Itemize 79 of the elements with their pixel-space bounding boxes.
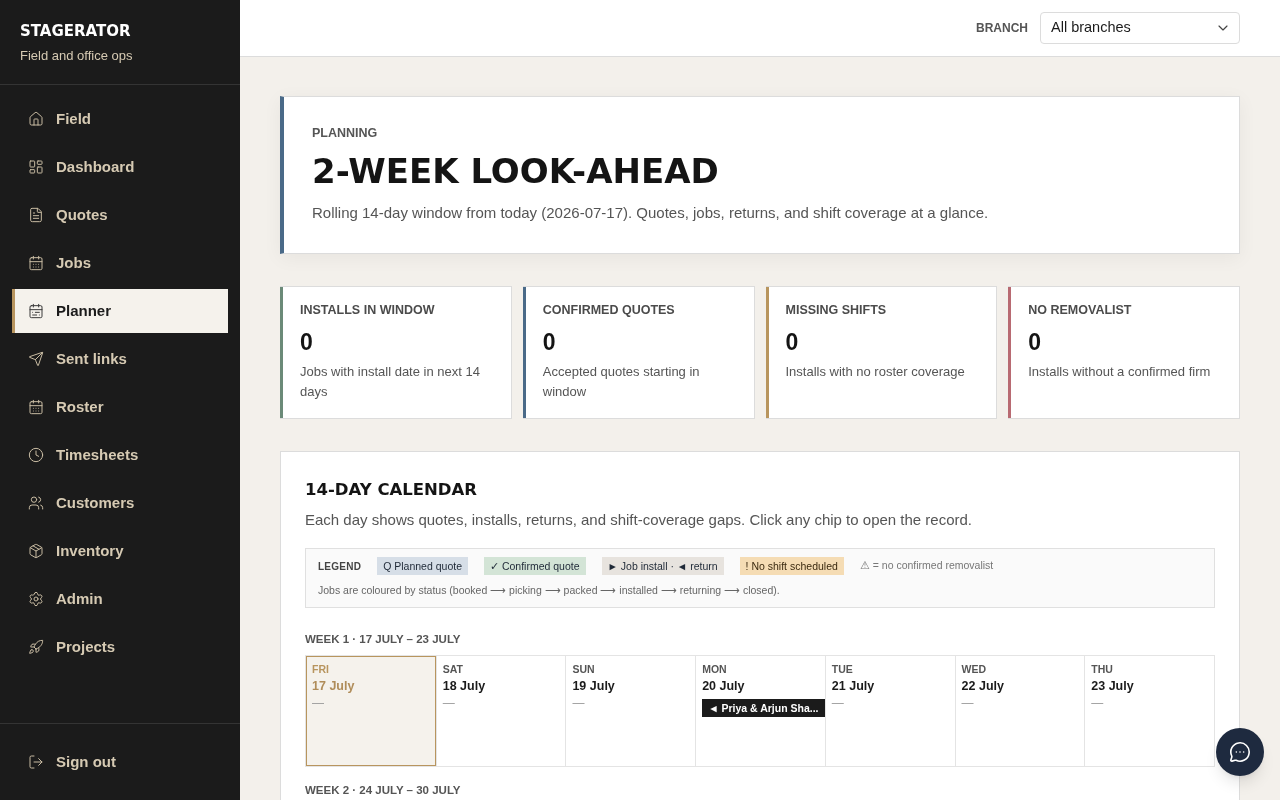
weekday-label: MON	[702, 662, 727, 676]
kpi-value: 0	[785, 328, 799, 356]
kpi-label: MISSING SHIFTS	[785, 302, 887, 318]
sidebar-nav-item[interactable]: Sent links	[12, 337, 228, 381]
calendar-icon	[28, 399, 44, 415]
sidebar-nav-item[interactable]: Field	[12, 97, 228, 141]
package-icon	[28, 543, 44, 559]
kpi-label: NO REMOVALIST	[1028, 302, 1132, 318]
date-label: 20 July	[702, 678, 745, 694]
date-label: 23 July	[1091, 678, 1134, 694]
week-label: WEEK 2 · 24 JULY – 30 JULY	[305, 783, 461, 798]
weekday-label: SUN	[572, 662, 595, 676]
sidebar-nav-item[interactable]: Dashboard	[12, 145, 228, 189]
legend-title: LEGEND	[318, 559, 362, 574]
sidebar-nav-item[interactable]: Admin	[12, 577, 228, 621]
sidebar-nav-item[interactable]: Timesheets	[12, 433, 228, 477]
kpi-value: 0	[300, 328, 313, 356]
legend-footnote: Jobs are coloured by status (booked ⟶ picking ⟶ packed ⟶ installed ⟶ returning ⟶ closed).	[318, 583, 780, 598]
settings-icon	[28, 591, 44, 607]
brand-tagline: Field and office ops	[20, 47, 133, 65]
date-label: 21 July	[831, 678, 875, 694]
kpi-description: Installs with no roster coverage	[785, 363, 966, 381]
paper-plane-icon	[28, 351, 44, 367]
legend-tag: ✓ Confirmed quote	[484, 557, 586, 575]
page-eyebrow: PLANNING	[312, 125, 378, 141]
branch-label: BRANCH	[976, 20, 1028, 37]
weekday-label: THU	[1091, 662, 1113, 676]
no-entries-dash: —	[831, 696, 844, 710]
legend-note: ⚠ = no confirmed removalist	[859, 558, 994, 574]
house-icon	[28, 111, 44, 127]
kpi-description: Installs without a confirmed firm	[1028, 363, 1212, 381]
document-icon	[28, 207, 44, 223]
page-title: 2-WEEK LOOK-AHEAD	[312, 151, 719, 191]
calendar-title: 14-DAY CALENDAR	[305, 479, 478, 501]
chat-bubble-icon	[1229, 741, 1251, 763]
no-entries-dash: —	[961, 696, 974, 710]
no-entries-dash: —	[442, 696, 455, 710]
no-entries-dash: —	[1091, 696, 1104, 710]
chat-button[interactable]	[1216, 728, 1264, 776]
weekday-label: FRI	[312, 662, 329, 676]
date-label: 22 July	[961, 678, 1004, 694]
legend-tag: Q Planned quote	[377, 557, 468, 575]
brand-name: STAGERATOR	[20, 21, 131, 41]
weekday-label: WED	[961, 662, 987, 676]
kpi-description: Jobs with install date in next 14 days	[300, 363, 481, 401]
job-chip[interactable]: ◄ Priya & Arjun Sha...	[702, 699, 825, 717]
legend-tag: ! No shift scheduled	[739, 557, 844, 575]
sign-out-button[interactable]: Sign out	[12, 740, 228, 784]
date-label: 18 July	[442, 678, 486, 694]
date-label: 17 July	[312, 678, 355, 694]
kpi-label: INSTALLS IN WINDOW	[300, 302, 435, 318]
sidebar-nav-item[interactable]: Quotes	[12, 193, 228, 237]
no-entries-dash: —	[312, 696, 324, 710]
week-label: WEEK 1 · 17 JULY – 23 JULY	[305, 632, 461, 647]
weekday-label: SAT	[442, 662, 463, 676]
clock-icon	[28, 447, 44, 463]
sidebar-nav-item[interactable]: Planner	[12, 289, 228, 333]
sidebar-nav-item[interactable]: Jobs	[12, 241, 228, 285]
sidebar-nav-item[interactable]: Projects	[12, 625, 228, 669]
sidebar-nav-item[interactable]: Roster	[12, 385, 228, 429]
kpi-label: CONFIRMED QUOTES	[542, 302, 675, 318]
layout-grid-icon	[28, 159, 44, 175]
kpi-value: 0	[1028, 328, 1042, 356]
legend-tag: ► Job install · ◄ return	[601, 557, 724, 575]
kpi-description: Accepted quotes starting in window	[542, 363, 701, 401]
kpi-value: 0	[542, 328, 556, 356]
page-description: Rolling 14-day window from today (2026-07-17). Quotes, jobs, returns, and shift coverage at a glance.	[312, 203, 989, 223]
date-label: 19 July	[572, 678, 615, 694]
weekday-label: TUE	[831, 662, 853, 676]
branch-select[interactable]: All branches	[1040, 12, 1240, 44]
rocket-icon	[28, 639, 44, 655]
users-icon	[28, 495, 44, 511]
calendar-icon	[28, 255, 44, 271]
no-entries-dash: —	[572, 696, 585, 710]
calendar-icon	[28, 303, 44, 319]
sidebar-nav-item[interactable]: Inventory	[12, 529, 228, 573]
calendar-description: Each day shows quotes, installs, returns, and shift-coverage gaps. Click any chip to open the record.	[305, 510, 973, 530]
sign-out-icon	[28, 754, 44, 770]
sidebar-nav-item[interactable]: Customers	[12, 481, 228, 525]
